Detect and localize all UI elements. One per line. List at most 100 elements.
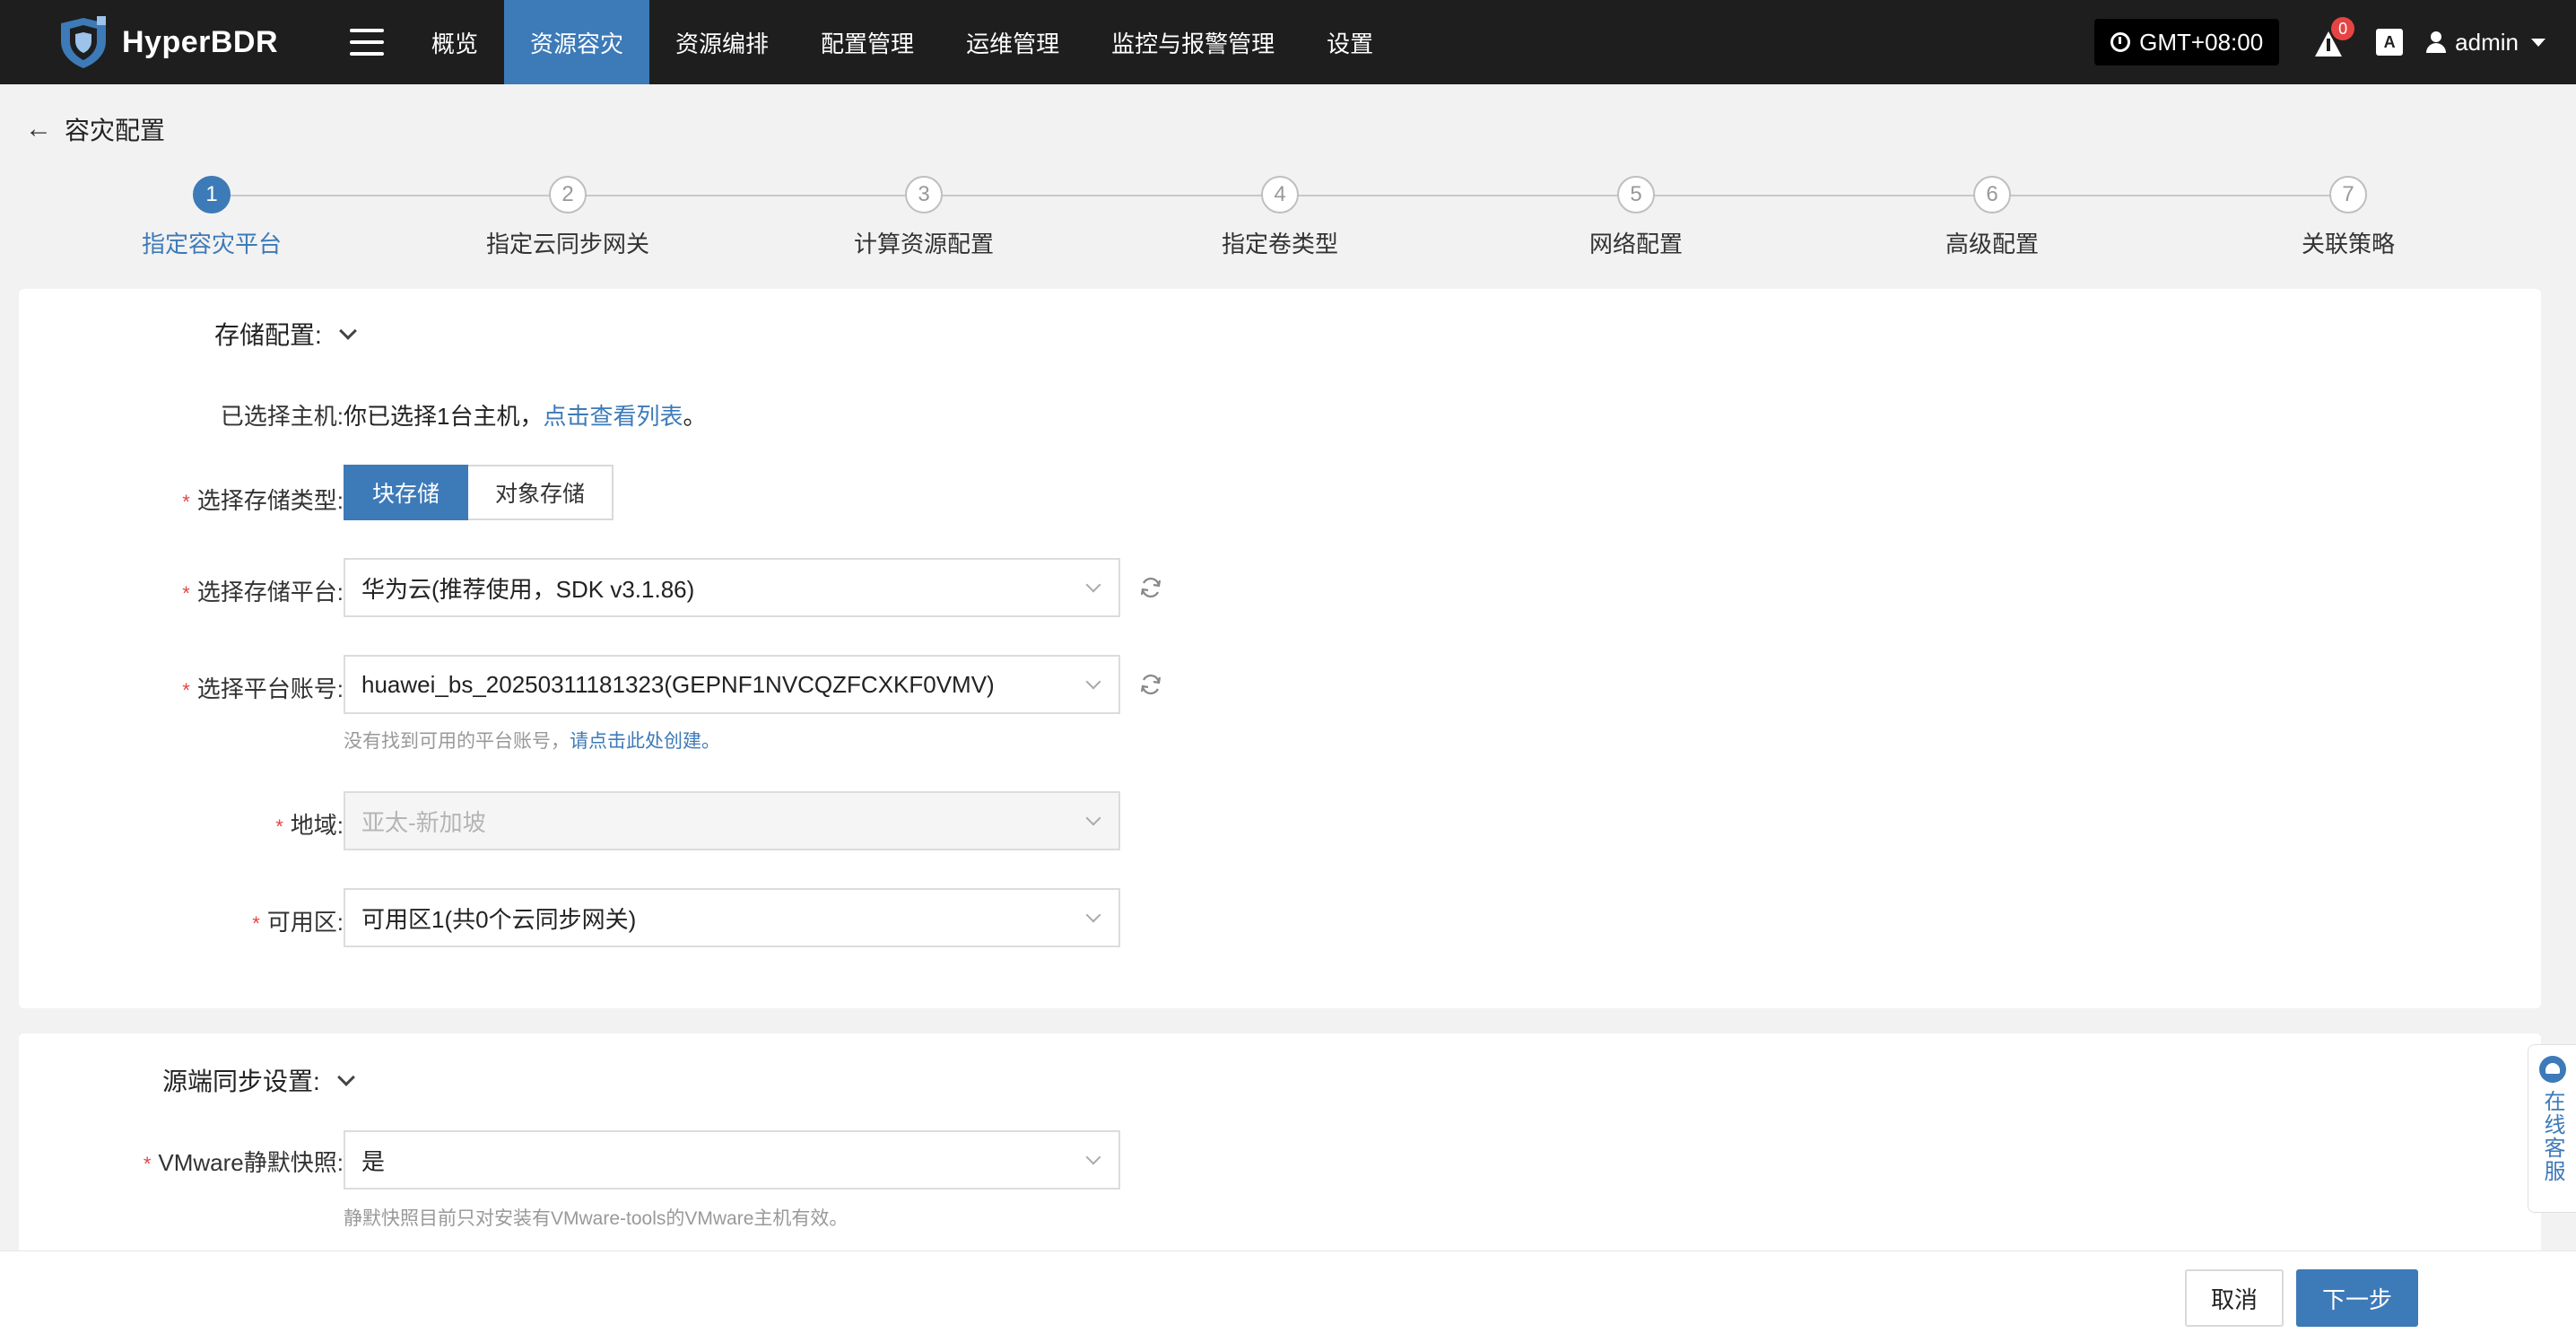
select-value: 可用区1(共0个云同步网关) [361, 905, 637, 933]
main-nav: 概览 资源容灾 资源编排 配置管理 运维管理 监控与报警管理 设置 [405, 0, 1399, 84]
zone-label: * 可用区: [252, 909, 344, 936]
select-value: 亚太-新加坡 [361, 808, 486, 836]
alert-button[interactable]: 0 [2313, 17, 2355, 58]
nav-item-monitoring-alerts[interactable]: 监控与报警管理 [1085, 0, 1301, 84]
required-marker: * [143, 1153, 152, 1175]
alert-count-badge: 0 [2331, 17, 2355, 40]
step-label: 网络配置 [1588, 231, 1683, 257]
timezone-text: GMT+08:00 [2139, 28, 2264, 56]
nav-item-orchestration[interactable]: 资源编排 [649, 0, 795, 84]
view-host-list-link[interactable]: 点击查看列表 [543, 403, 683, 430]
back-arrow-icon[interactable]: ← [25, 116, 52, 143]
snapshot-hint: 静默快照目前只对安装有VMware-tools的VMware主机有效。 [344, 1208, 849, 1229]
required-marker: * [182, 491, 190, 513]
top-navbar: HyperBDR 概览 资源容灾 资源编排 配置管理 运维管理 监控与报警管理 … [0, 0, 2576, 84]
language-icon[interactable]: A [2376, 29, 2404, 56]
step-number: 2 [549, 176, 587, 214]
next-step-button[interactable]: 下一步 [2296, 1269, 2418, 1327]
step-label: 指定容灾平台 [141, 231, 282, 257]
step-5[interactable]: 5 网络配置 [1457, 170, 1815, 259]
vmware-snapshot-select[interactable]: 是 [344, 1130, 1120, 1190]
storage-type-selector: 块存储 对象存储 [344, 465, 614, 520]
step-2[interactable]: 2 指定云同步网关 [388, 170, 747, 259]
object-storage-button[interactable]: 对象存储 [468, 465, 614, 520]
refresh-icon[interactable] [1138, 575, 1163, 600]
clock-icon [2110, 32, 2131, 52]
storage-section-header[interactable]: 存储配置: [214, 316, 357, 352]
chevron-down-icon [1085, 1149, 1101, 1165]
create-account-link[interactable]: 请点击此处创建。 [570, 731, 720, 752]
selected-hosts-label: 已选择主机: [220, 403, 344, 430]
nav-item-ops-management[interactable]: 运维管理 [940, 0, 1085, 84]
chevron-down-icon [1085, 577, 1101, 593]
step-6[interactable]: 6 高级配置 [1813, 170, 2171, 259]
step-number: 4 [1261, 176, 1299, 214]
cancel-button[interactable]: 取消 [2185, 1269, 2284, 1327]
step-label: 指定卷类型 [1221, 231, 1338, 257]
header-actions: GMT+08:00 0 A admin [2094, 0, 2576, 84]
app-logo[interactable]: HyperBDR [56, 14, 325, 70]
headset-icon [2538, 1056, 2566, 1083]
refresh-icon[interactable] [1138, 672, 1163, 697]
zone-select[interactable]: 可用区1(共0个云同步网关) [344, 888, 1120, 947]
region-select: 亚太-新加坡 [344, 791, 1120, 850]
selected-hosts-info: 你已选择1台主机，点击查看列表。 [344, 403, 707, 430]
page-title: 容灾配置 [65, 117, 166, 144]
nav-item-config-management[interactable]: 配置管理 [795, 0, 940, 84]
storage-platform-label: * 选择存储平台: [182, 579, 344, 606]
chevron-down-icon [1085, 810, 1101, 826]
nav-item-settings[interactable]: 设置 [1301, 0, 1399, 84]
block-storage-button[interactable]: 块存储 [344, 465, 469, 520]
nav-item-overview[interactable]: 概览 [405, 0, 504, 84]
vmware-snapshot-label: * VMware静默快照: [143, 1149, 344, 1176]
storage-config-card: 存储配置: 已选择主机: 你已选择1台主机，点击查看列表。 * 选择存储类型: 块… [19, 289, 2541, 1008]
shield-logo-icon [61, 16, 106, 68]
select-value: 华为云(推荐使用，SDK v3.1.86) [361, 575, 695, 603]
caret-down-icon [2531, 38, 2546, 47]
service-label: 在线客服 [2540, 1090, 2564, 1183]
required-marker: * [252, 912, 260, 935]
user-menu[interactable]: admin [2426, 29, 2546, 57]
timezone-display[interactable]: GMT+08:00 [2094, 19, 2280, 65]
step-label: 计算资源配置 [853, 231, 994, 257]
required-marker: * [275, 815, 283, 838]
step-4[interactable]: 4 指定卷类型 [1101, 170, 1459, 259]
app-name: HyperBDR [122, 24, 279, 59]
step-number: 3 [905, 176, 943, 214]
nav-item-resource-dr[interactable]: 资源容灾 [504, 0, 650, 84]
required-marker: * [182, 679, 190, 702]
chevron-down-icon [338, 322, 357, 340]
chevron-down-icon [336, 1068, 355, 1086]
chevron-down-icon [1085, 907, 1101, 923]
step-label: 高级配置 [1945, 231, 2039, 257]
section-title: 源端同步设置: [162, 1068, 320, 1095]
step-1[interactable]: 1 指定容灾平台 [32, 170, 391, 259]
storage-platform-select[interactable]: 华为云(推荐使用，SDK v3.1.86) [344, 558, 1120, 617]
storage-type-label: * 选择存储类型: [182, 487, 344, 514]
menu-toggle-icon[interactable] [350, 29, 384, 56]
section-title: 存储配置: [214, 321, 322, 349]
required-marker: * [182, 582, 190, 605]
online-service-button[interactable]: 在线客服 [2528, 1044, 2576, 1213]
step-label: 关联策略 [2301, 231, 2395, 257]
step-3[interactable]: 3 计算资源配置 [744, 170, 1103, 259]
step-label: 指定云同步网关 [485, 231, 649, 257]
chevron-down-icon [1085, 674, 1101, 690]
select-value: 是 [361, 1147, 386, 1175]
platform-account-select[interactable]: huawei_bs_20250311181323(GEPNF1NVCQZFCXK… [344, 655, 1120, 714]
step-number: 6 [1973, 176, 2011, 214]
user-icon [2426, 31, 2447, 53]
platform-account-label: * 选择平台账号: [182, 675, 344, 702]
username: admin [2455, 28, 2519, 56]
step-number: 7 [2329, 176, 2367, 214]
region-label: * 地域: [275, 812, 344, 839]
step-number: 5 [1617, 176, 1655, 214]
step-7[interactable]: 7 关联策略 [2169, 170, 2528, 259]
wizard-steps: 1 指定容灾平台 2 指定云同步网关 3 计算资源配置 4 指定卷类型 5 网络… [0, 170, 2576, 269]
step-number: 1 [193, 176, 231, 214]
select-value: huawei_bs_20250311181323(GEPNF1NVCQZFCXK… [361, 670, 995, 698]
source-sync-section-header[interactable]: 源端同步设置: [162, 1062, 355, 1098]
page-header: ← 容灾配置 [25, 111, 165, 147]
footer-action-bar: 取消 下一步 [0, 1250, 2576, 1342]
account-hint: 没有找到可用的平台账号，请点击此处创建。 [344, 731, 720, 752]
